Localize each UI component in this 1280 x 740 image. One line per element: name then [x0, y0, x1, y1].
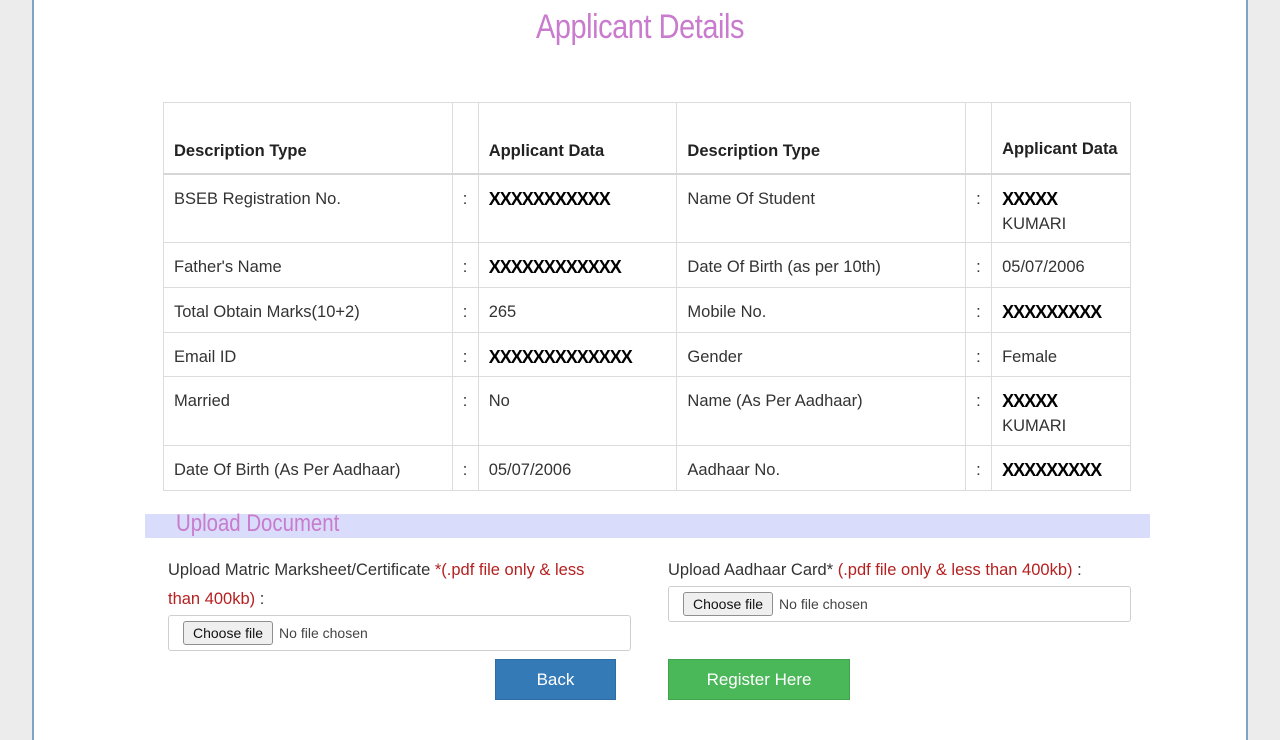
- header-description-type: Description Type: [163, 102, 453, 175]
- bseb-registration-value: XXXXXXXXXXX: [477, 173, 678, 243]
- row-label: Gender: [676, 332, 967, 377]
- matric-upload-label: Upload Matric Marksheet/Certificate *(.p…: [168, 561, 585, 608]
- upload-section-title: Upload Document: [176, 510, 340, 537]
- aadhaar-choose-file-button[interactable]: Choose file: [683, 592, 774, 616]
- student-name-value: XXXXX KUMARI: [991, 173, 1131, 243]
- register-button[interactable]: Register Here: [668, 659, 850, 700]
- colon: :: [965, 445, 993, 491]
- aadhaar-name-value: XXXXX KUMARI: [991, 376, 1131, 446]
- colon: :: [965, 242, 993, 288]
- row-label: Date Of Birth (as per 10th): [676, 242, 967, 288]
- table-header-row: Description Type Applicant Data Descript…: [163, 102, 1131, 175]
- row-label: Name (As Per Aadhaar): [676, 376, 967, 446]
- row-label: Mobile No.: [676, 287, 967, 333]
- row-label: Name Of Student: [676, 173, 967, 243]
- gender-value: Female: [991, 332, 1131, 377]
- header-spacer: [965, 102, 993, 175]
- mobile-value: XXXXXXXXX: [991, 287, 1131, 333]
- colon: :: [965, 332, 993, 377]
- colon: :: [451, 242, 479, 288]
- married-value: No: [477, 376, 678, 446]
- applicant-details-table: Description Type Applicant Data Descript…: [163, 102, 1131, 491]
- colon: :: [451, 445, 479, 491]
- table-row: Married : No Name (As Per Aadhaar) : XXX…: [163, 376, 1131, 446]
- colon: :: [965, 376, 993, 446]
- dob-10th-value: 05/07/2006: [991, 242, 1131, 288]
- email-value: XXXXXXXXXXXXX: [477, 332, 678, 377]
- fathers-name-value: XXXXXXXXXXXX: [477, 242, 678, 288]
- row-label: Married: [163, 376, 453, 446]
- row-label: BSEB Registration No.: [163, 173, 453, 243]
- header-applicant-data: Applicant Data: [477, 102, 678, 175]
- aadhaar-number-value: XXXXXXXXX: [991, 445, 1131, 491]
- aadhaar-file-input[interactable]: Choose file No file chosen: [668, 586, 1131, 622]
- aadhaar-upload-label: Upload Aadhaar Card* (.pdf file only & l…: [668, 561, 1082, 579]
- row-label: Total Obtain Marks(10+2): [163, 287, 453, 333]
- colon: :: [451, 376, 479, 446]
- matric-file-input[interactable]: Choose file No file chosen: [168, 615, 631, 651]
- colon: :: [965, 173, 993, 243]
- total-marks-value: 265: [477, 287, 678, 333]
- table-row: Father's Name : XXXXXXXXXXXX Date Of Bir…: [163, 242, 1131, 288]
- colon: :: [965, 287, 993, 333]
- header-spacer: [451, 102, 479, 175]
- row-label: Aadhaar No.: [676, 445, 967, 491]
- row-label: Email ID: [163, 332, 453, 377]
- colon: :: [451, 287, 479, 333]
- matric-choose-file-button[interactable]: Choose file: [183, 621, 274, 645]
- table-row: Email ID : XXXXXXXXXXXXX Gender : Female: [163, 332, 1131, 377]
- table-row: Total Obtain Marks(10+2) : 265 Mobile No…: [163, 287, 1131, 333]
- colon: :: [451, 173, 479, 243]
- header-description-type: Description Type: [676, 102, 967, 175]
- table-row: Date Of Birth (As Per Aadhaar) : 05/07/2…: [163, 445, 1131, 491]
- aadhaar-file-status: No file chosen: [779, 596, 868, 612]
- dob-aadhaar-value: 05/07/2006: [477, 445, 678, 491]
- row-label: Date Of Birth (As Per Aadhaar): [163, 445, 453, 491]
- header-applicant-data: Applicant Data: [991, 102, 1131, 175]
- matric-file-status: No file chosen: [279, 625, 368, 641]
- page-title: Applicant Details: [535, 8, 745, 46]
- row-label: Father's Name: [163, 242, 453, 288]
- colon: :: [451, 332, 479, 377]
- back-button[interactable]: Back: [495, 659, 616, 700]
- table-row: BSEB Registration No. : XXXXXXXXXXX Name…: [163, 173, 1131, 243]
